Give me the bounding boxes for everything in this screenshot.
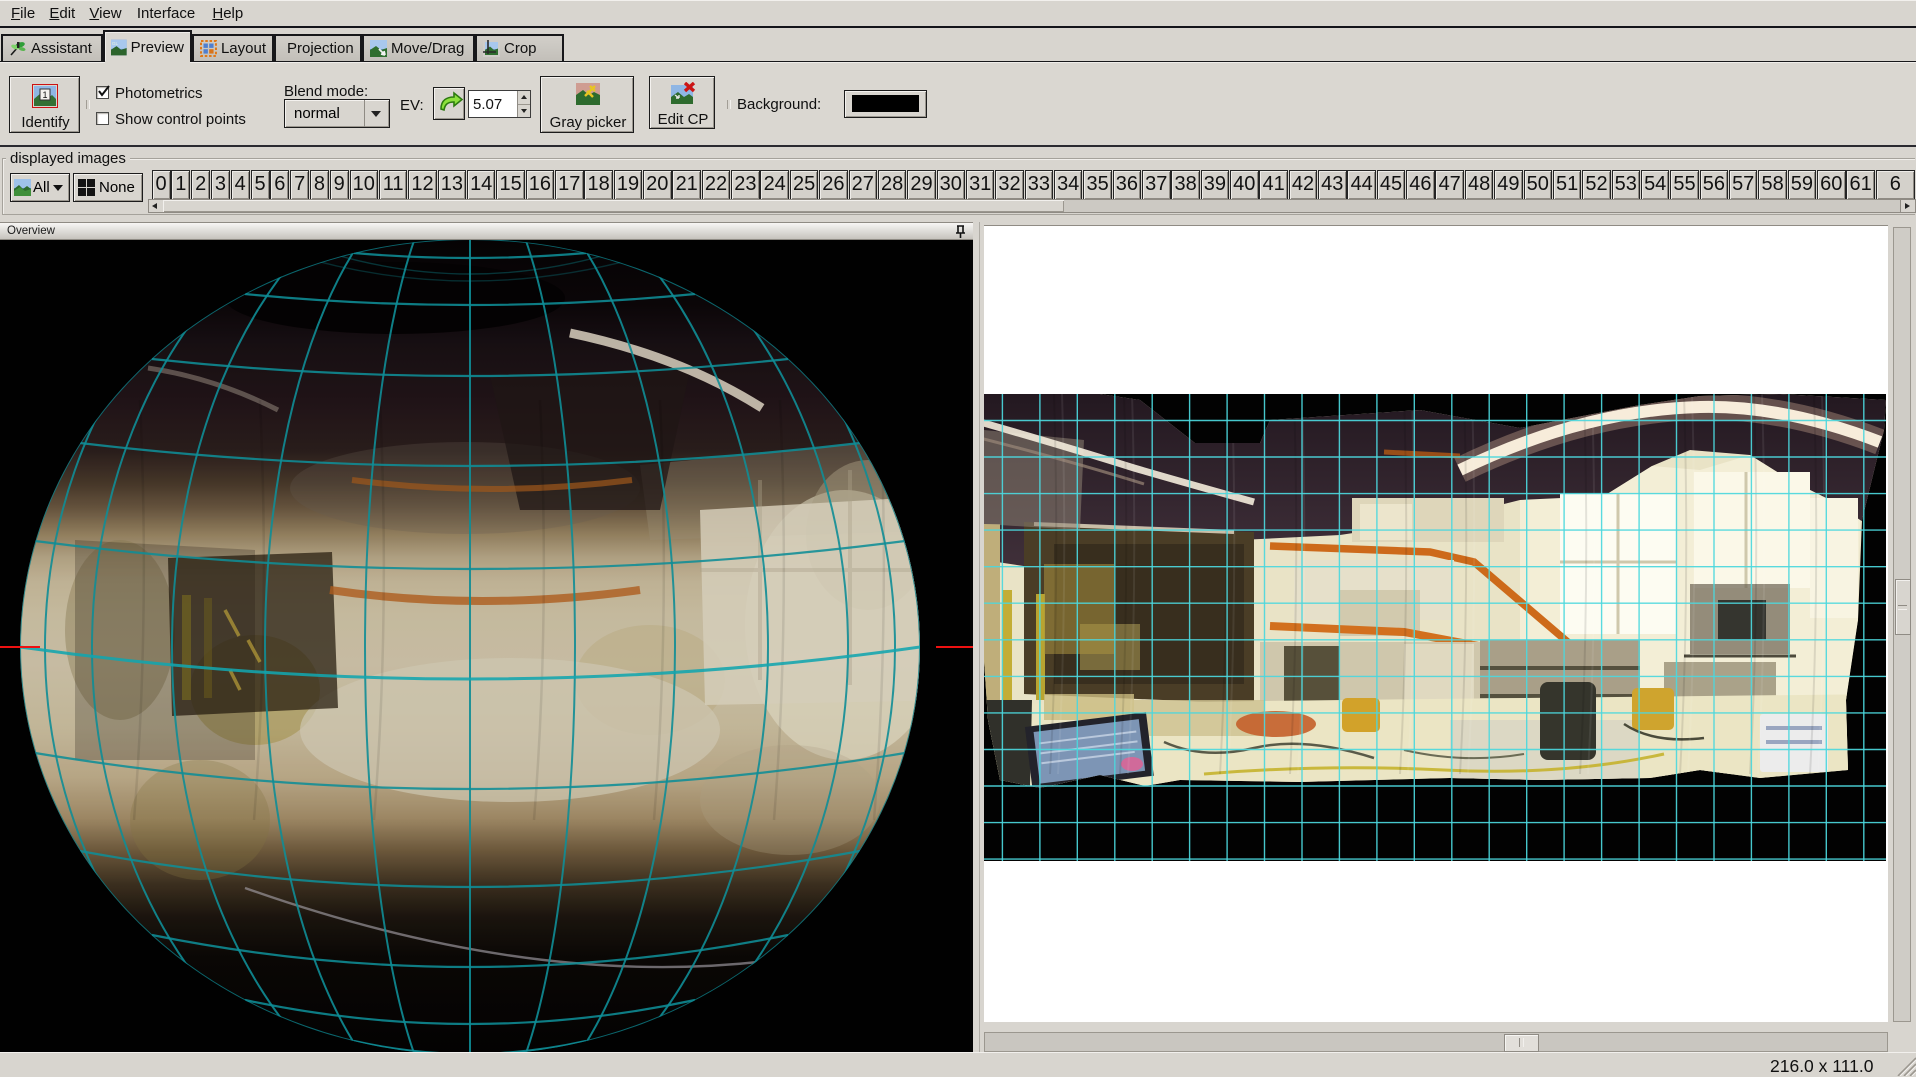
svg-text:GL: GL xyxy=(112,41,119,46)
svg-text:1: 1 xyxy=(43,90,48,100)
